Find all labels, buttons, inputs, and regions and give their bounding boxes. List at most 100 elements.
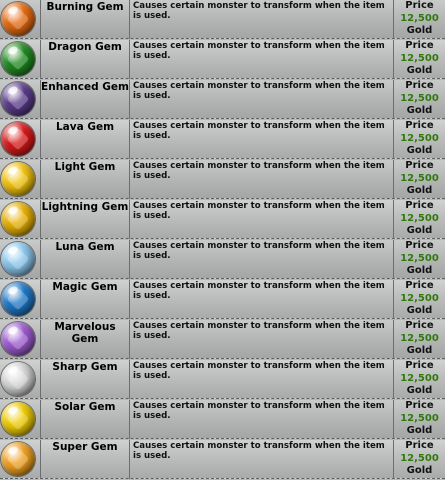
item-description: Causes certain monster to transform when…: [133, 81, 385, 101]
price-currency: Gold: [406, 385, 433, 396]
price-currency: Gold: [406, 185, 433, 196]
item-description: Causes certain monster to transform when…: [133, 1, 385, 21]
shop-row-burning-gem[interactable]: Burning Gem Causes certain monster to tr…: [0, 0, 445, 39]
price-value: 12,500: [400, 52, 439, 64]
lava-gem-icon: [1, 122, 35, 156]
item-description: Causes certain monster to transform when…: [133, 41, 385, 61]
burning-gem-icon: [1, 2, 35, 36]
item-name: Sharp Gem: [52, 361, 118, 373]
price-label: Price: [405, 360, 434, 371]
price-value: 12,500: [400, 412, 439, 424]
item-description: Causes certain monster to transform when…: [133, 321, 385, 341]
price-label: Price: [405, 120, 434, 131]
light-gem-icon: [1, 162, 35, 196]
shop-row-luna-gem[interactable]: Luna Gem Causes certain monster to trans…: [0, 240, 445, 279]
item-description: Causes certain monster to transform when…: [133, 441, 385, 461]
price-label: Price: [405, 80, 434, 91]
shop-row-lightning-gem[interactable]: Lightning Gem Causes certain monster to …: [0, 200, 445, 239]
shop-row-marvelous-gem[interactable]: Marvelous Gem Causes certain monster to …: [0, 320, 445, 359]
lightning-gem-icon: [1, 202, 35, 236]
item-price: Price 12,500 Gold: [394, 360, 445, 398]
price-value: 12,500: [400, 212, 439, 224]
item-name: Magic Gem: [52, 281, 118, 293]
solar-gem-icon: [1, 402, 35, 436]
gem-icon-cell: [0, 120, 40, 159]
gem-icon-cell: [0, 0, 40, 39]
shop-row-dragon-gem[interactable]: Dragon Gem Causes certain monster to tra…: [0, 40, 445, 79]
item-name: Enhanced Gem: [41, 81, 129, 93]
price-currency: Gold: [406, 465, 433, 476]
item-price: Price 12,500 Gold: [394, 320, 445, 358]
price-value: 12,500: [400, 132, 439, 144]
shop-row-lava-gem[interactable]: Lava Gem Causes certain monster to trans…: [0, 120, 445, 159]
shop-row-light-gem[interactable]: Light Gem Causes certain monster to tran…: [0, 160, 445, 199]
gem-shop-list: Burning Gem Causes certain monster to tr…: [0, 0, 445, 480]
price-currency: Gold: [406, 225, 433, 236]
shop-row-magic-gem[interactable]: Magic Gem Causes certain monster to tran…: [0, 280, 445, 319]
price-label: Price: [405, 240, 434, 251]
item-description: Causes certain monster to transform when…: [133, 401, 385, 421]
item-price: Price 12,500 Gold: [394, 280, 445, 318]
gem-icon-cell: [0, 40, 40, 79]
price-label: Price: [405, 400, 434, 411]
price-label: Price: [405, 160, 434, 171]
gem-icon-cell: [0, 240, 40, 279]
item-name: Marvelous Gem: [54, 321, 116, 345]
gem-icon-cell: [0, 200, 40, 239]
gem-icon-cell: [0, 160, 40, 199]
item-name: Lava Gem: [55, 121, 115, 133]
price-currency: Gold: [406, 25, 433, 36]
item-price: Price 12,500 Gold: [394, 440, 445, 478]
price-currency: Gold: [406, 425, 433, 436]
gem-icon-cell: [0, 440, 40, 479]
item-description: Causes certain monster to transform when…: [133, 361, 385, 381]
price-label: Price: [405, 440, 434, 451]
shop-row-super-gem[interactable]: Super Gem Causes certain monster to tran…: [0, 440, 445, 479]
gem-icon-cell: [0, 360, 40, 399]
item-description: Causes certain monster to transform when…: [133, 161, 385, 181]
item-name: Luna Gem: [55, 241, 115, 253]
item-name: Burning Gem: [46, 1, 124, 13]
gem-icon-cell: [0, 280, 40, 319]
shop-row-solar-gem[interactable]: Solar Gem Causes certain monster to tran…: [0, 400, 445, 439]
luna-gem-icon: [1, 242, 35, 276]
item-price: Price 12,500 Gold: [394, 200, 445, 238]
price-currency: Gold: [406, 305, 433, 316]
item-price: Price 12,500 Gold: [394, 120, 445, 158]
item-name: Super Gem: [52, 441, 118, 453]
item-name: Dragon Gem: [48, 41, 122, 53]
price-value: 12,500: [400, 452, 439, 464]
item-name: Solar Gem: [54, 401, 116, 413]
magic-gem-icon: [1, 282, 35, 316]
gem-icon-cell: [0, 320, 40, 359]
price-currency: Gold: [406, 65, 433, 76]
item-price: Price 12,500 Gold: [394, 40, 445, 78]
price-value: 12,500: [400, 372, 439, 384]
item-price: Price 12,500 Gold: [394, 0, 445, 38]
price-label: Price: [405, 320, 434, 331]
item-price: Price 12,500 Gold: [394, 240, 445, 278]
item-name: Lightning Gem: [41, 201, 129, 213]
shop-row-enhanced-gem[interactable]: Enhanced Gem Causes certain monster to t…: [0, 80, 445, 119]
item-price: Price 12,500 Gold: [394, 80, 445, 118]
price-value: 12,500: [400, 252, 439, 264]
item-description: Causes certain monster to transform when…: [133, 121, 385, 141]
price-value: 12,500: [400, 292, 439, 304]
shop-row-sharp-gem[interactable]: Sharp Gem Causes certain monster to tran…: [0, 360, 445, 399]
price-label: Price: [405, 40, 434, 51]
enhanced-gem-icon: [1, 82, 35, 116]
price-value: 12,500: [400, 92, 439, 104]
item-price: Price 12,500 Gold: [394, 400, 445, 438]
dragon-gem-icon: [1, 42, 35, 76]
price-value: 12,500: [400, 12, 439, 24]
gem-icon-cell: [0, 80, 40, 119]
sharp-gem-icon: [1, 362, 35, 396]
price-value: 12,500: [400, 332, 439, 344]
price-currency: Gold: [406, 345, 433, 356]
item-description: Causes certain monster to transform when…: [133, 201, 385, 221]
price-label: Price: [405, 280, 434, 291]
item-description: Causes certain monster to transform when…: [133, 281, 385, 301]
marvelous-gem-icon: [1, 322, 35, 356]
item-description: Causes certain monster to transform when…: [133, 241, 385, 261]
price-label: Price: [405, 0, 434, 11]
